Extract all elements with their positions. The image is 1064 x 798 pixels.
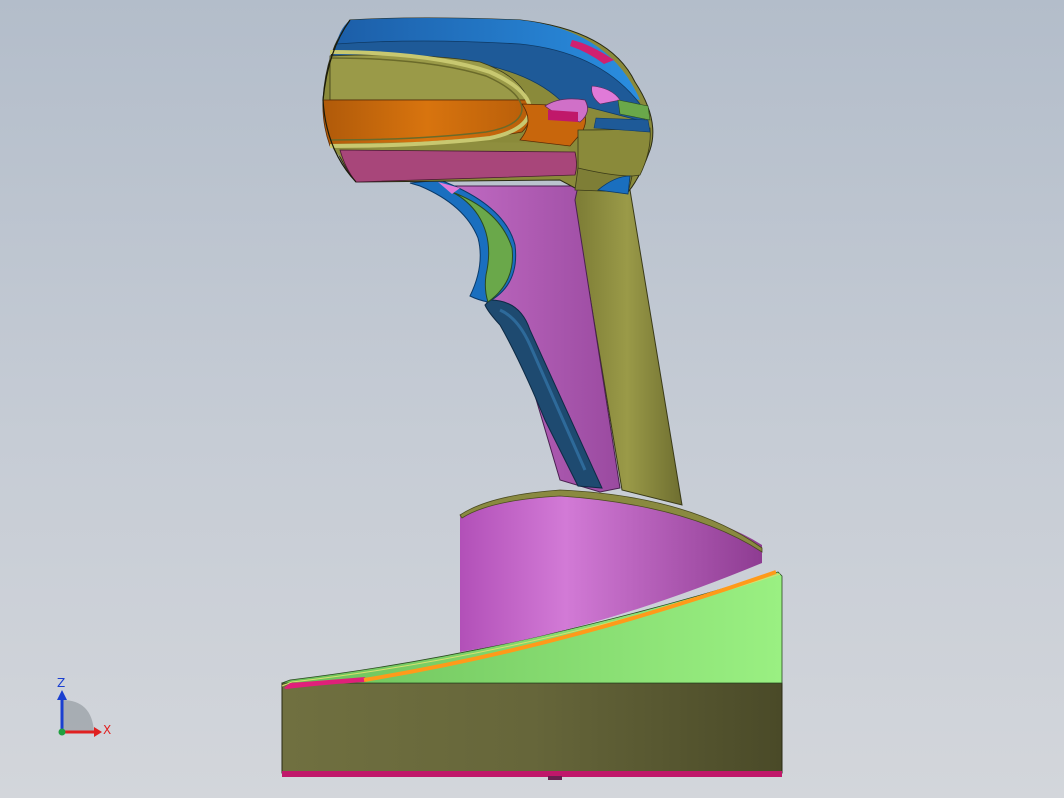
head-nose-olive xyxy=(577,127,651,178)
coordinate-triad: Z X xyxy=(48,674,124,746)
cad-viewport[interactable]: Z X xyxy=(0,0,1064,798)
x-axis-arrow xyxy=(94,727,102,737)
head-magenta-chip xyxy=(548,110,578,122)
x-axis-label: X xyxy=(103,723,112,737)
base-foot xyxy=(548,776,562,780)
z-axis-arrow xyxy=(57,690,67,700)
barcode-scanner-model[interactable] xyxy=(0,0,1064,798)
triad-origin xyxy=(58,728,66,736)
scanner-head xyxy=(322,17,654,195)
z-axis-label: Z xyxy=(57,676,66,690)
base-bottom-edge xyxy=(282,771,782,777)
base-front-face xyxy=(281,682,783,774)
triad-plane-quadrant xyxy=(62,700,94,732)
